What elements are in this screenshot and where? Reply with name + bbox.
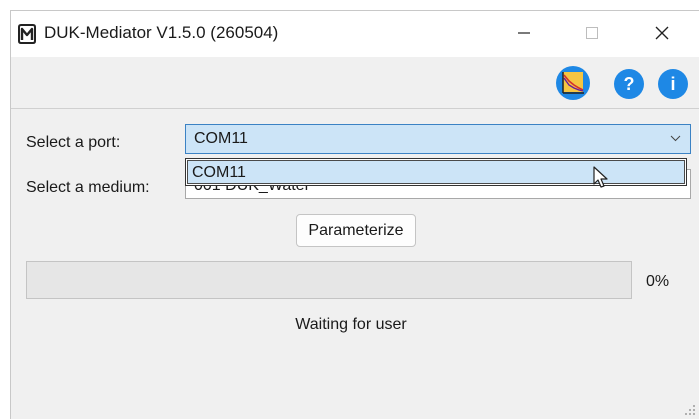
info-icon: i — [670, 73, 676, 94]
help-button[interactable]: ? — [614, 69, 644, 99]
port-dropdown-list: COM11 — [185, 158, 687, 186]
mouse-pointer-icon — [593, 166, 608, 188]
m-logo-icon — [18, 24, 36, 44]
port-option-label: COM11 — [192, 164, 246, 181]
port-select-value: COM11 — [194, 130, 248, 147]
chart-icon — [562, 72, 584, 94]
title-bar[interactable]: DUK-Mediator V1.5.0 (260504) — [11, 11, 699, 57]
close-icon — [655, 26, 669, 40]
parameterize-button[interactable]: Parameterize — [296, 214, 416, 247]
progress-bar — [26, 261, 632, 299]
minimize-button[interactable] — [501, 11, 547, 55]
minimize-icon — [518, 32, 530, 34]
info-button[interactable]: i — [658, 69, 688, 99]
resize-grip-icon[interactable] — [684, 404, 696, 416]
maximize-button[interactable] — [569, 11, 615, 55]
status-text: Waiting for user — [295, 316, 407, 333]
toolbar: ? i — [11, 57, 699, 109]
close-button[interactable] — [639, 11, 685, 55]
progress-percent: 0% — [646, 273, 670, 290]
port-select[interactable]: COM11 — [185, 124, 691, 154]
maximize-icon — [586, 27, 598, 39]
window-title: DUK-Mediator V1.5.0 (260504) — [44, 23, 279, 42]
chart-button[interactable] — [556, 66, 590, 100]
app-window: DUK-Mediator V1.5.0 (260504) ? i Select … — [10, 10, 699, 419]
port-label: Select a port: — [26, 134, 121, 151]
medium-label: Select a medium: — [26, 179, 150, 196]
help-icon: ? — [623, 73, 635, 94]
chevron-down-icon — [670, 135, 681, 142]
